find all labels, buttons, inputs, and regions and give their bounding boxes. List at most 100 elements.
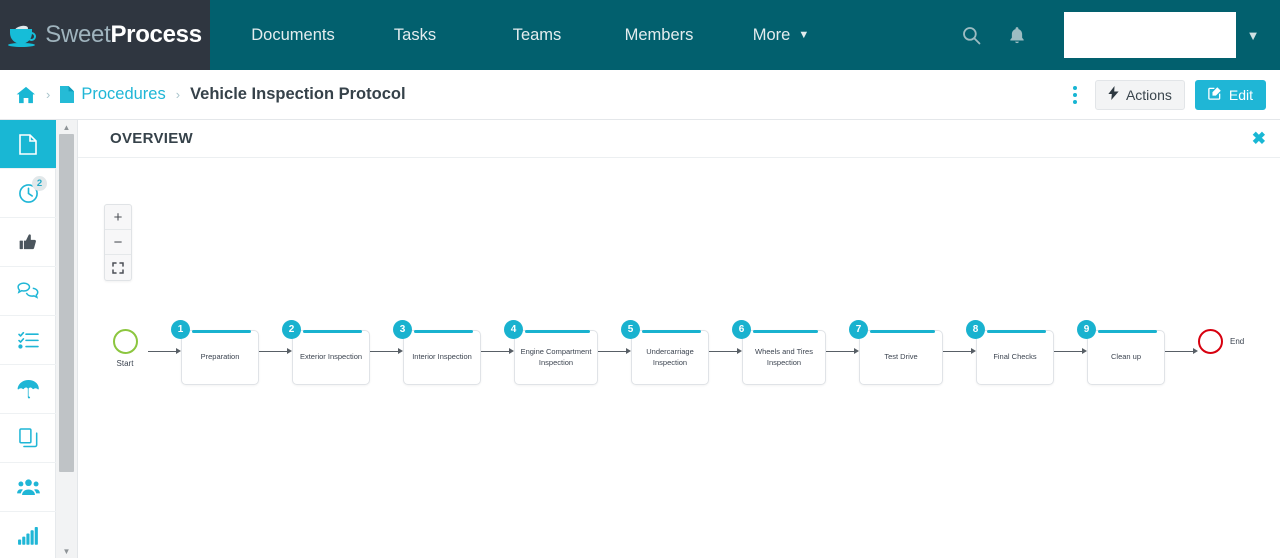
sidebar-item-history[interactable]: 2 [0,169,56,218]
step-number: 6 [732,320,751,339]
nav-item-label: Teams [512,25,562,44]
breadcrumb-separator: › [46,87,51,102]
step-label: Final Checks [993,352,1037,362]
step-label: Exterior Inspection [299,352,363,362]
sidebar-item-document[interactable] [0,120,56,169]
overview-header: OVERVIEW ✖ [78,120,1280,158]
brand-logo[interactable]: SweetProcess [0,0,210,70]
sidebar-item-policies[interactable] [0,365,56,414]
step-label: Undercarriage Inspection [646,346,694,367]
zoom-in-button[interactable]: + [105,205,131,230]
breadcrumb-actions: Actions Edit [1065,79,1266,110]
actions-button[interactable]: Actions [1094,79,1185,110]
nav-item-label: Documents [251,25,335,44]
nav-item-label: Members [624,25,694,44]
primary-nav: Documents Tasks Teams Members More ▼ [210,0,948,70]
actions-button-label: Actions [1125,86,1172,103]
chevron-down-icon: ▼ [798,29,810,41]
flow-step-3[interactable]: 3 Interior Inspection [393,320,481,385]
flow-start-node[interactable]: Start [102,320,148,368]
flow-end-node[interactable]: End [1198,320,1244,354]
step-number: 2 [282,320,301,339]
step-accent-bar [1098,330,1157,333]
sidebar-item-comments[interactable] [0,267,56,316]
content-scrollbar[interactable]: ▲ ▼ [56,120,78,558]
sidebar-item-teams[interactable] [0,463,56,512]
nav-item-teams[interactable]: Teams [476,0,598,70]
breadcrumb-link-procedures[interactable]: Procedures [81,85,165,104]
vertical-dots-icon[interactable] [1065,82,1085,108]
flow-step-8[interactable]: 8 Final Checks [966,320,1054,385]
flow-arrow [943,333,976,369]
step-number: 4 [504,320,523,339]
sidebar-item-reports[interactable] [0,512,56,558]
flow-step-1[interactable]: 1 Preparation [171,320,259,385]
flow-arrow [259,333,292,369]
document-icon [60,86,75,103]
step-label: Wheels and Tires Inspection [755,346,813,367]
nav-right-group: ▼ [948,0,1280,70]
flow-step-4[interactable]: 4 Engine Compartment Inspection [504,320,598,385]
step-label: Test Drive [884,352,918,362]
step-accent-bar [753,330,818,333]
step-number: 5 [621,320,640,339]
edit-button[interactable]: Edit [1194,79,1266,110]
flow-arrow [598,333,631,369]
breadcrumb-separator: › [175,87,181,102]
flow-step-9[interactable]: 9 Clean up [1077,320,1165,385]
zoom-out-button[interactable]: − [105,230,131,255]
flow-step-6[interactable]: 6 Wheels and Tires Inspection [732,320,826,385]
sidebar-item-duplicate[interactable] [0,414,56,463]
edit-button-label: Edit [1228,86,1253,103]
step-label: Clean up [1110,352,1142,362]
close-icon[interactable]: ✖ [1252,130,1266,147]
flowchart-canvas[interactable]: + − Start 1 Preparation 2 Exterior Inspe… [78,158,1280,558]
flow-step-7[interactable]: 7 Test Drive [849,320,943,385]
home-icon[interactable] [16,86,36,104]
step-label: Preparation [200,352,240,362]
overview-panel: OVERVIEW ✖ + − Start 1 Preparation 2 Ext… [78,120,1280,558]
flow-arrow [1054,333,1087,369]
sidebar-item-approvals[interactable] [0,218,56,267]
top-navigation-bar: SweetProcess Documents Tasks Teams Membe… [0,0,1280,70]
page-title: Vehicle Inspection Protocol [190,85,406,103]
flow-arrow [1165,333,1198,369]
search-icon[interactable] [948,0,994,70]
step-label: Interior Inspection [412,352,472,362]
left-icon-rail: 2 [0,120,56,558]
nav-item-members[interactable]: Members [598,0,720,70]
flowchart: Start 1 Preparation 2 Exterior Inspectio… [102,320,1244,385]
avatar[interactable] [1064,12,1236,58]
scrollbar-thumb[interactable] [58,134,74,472]
step-accent-bar [414,330,473,333]
step-accent-bar [303,330,362,333]
bell-icon[interactable] [994,0,1040,70]
caret-down-icon[interactable]: ▼ [56,544,78,558]
step-accent-bar [642,330,701,333]
step-accent-bar [870,330,935,333]
coffee-cup-icon [8,22,38,48]
fit-to-screen-button[interactable] [105,255,131,280]
account-chevron-down-icon[interactable]: ▼ [1236,0,1270,70]
step-number: 9 [1077,320,1096,339]
history-badge: 2 [32,176,47,191]
flow-step-5[interactable]: 5 Undercarriage Inspection [621,320,709,385]
nav-item-label: More [752,25,791,44]
end-circle-icon [1198,329,1223,354]
sidebar-item-checklist[interactable] [0,316,56,365]
step-number: 8 [966,320,985,339]
pencil-square-icon [1208,86,1222,103]
scrollbar-track[interactable] [56,134,78,544]
nav-item-more[interactable]: More ▼ [720,0,842,70]
nav-item-tasks[interactable]: Tasks [354,0,476,70]
nav-item-documents[interactable]: Documents [232,0,354,70]
caret-up-icon[interactable]: ▲ [56,120,78,134]
flow-step-2[interactable]: 2 Exterior Inspection [282,320,370,385]
start-circle-icon [112,329,138,354]
nav-item-label: Tasks [393,25,437,44]
step-accent-bar [525,330,590,333]
step-number: 3 [393,320,412,339]
flow-arrow [148,333,181,369]
overview-title: OVERVIEW [110,130,193,147]
brand-name: SweetProcess [45,21,202,49]
